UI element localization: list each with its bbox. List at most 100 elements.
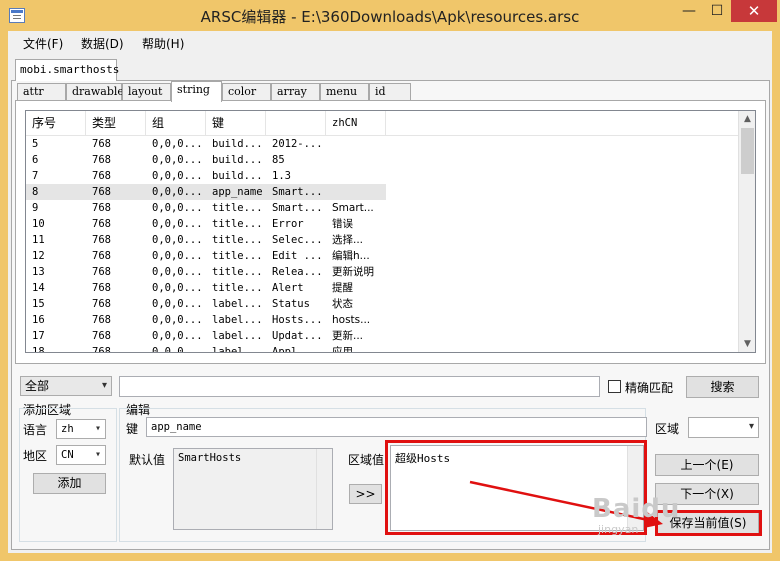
cell-index: 11 <box>32 234 45 246</box>
language-label: 语言 <box>23 423 48 437</box>
string-table[interactable]: 序号 类型 组 键 zhCN 5 768 0,0,0... build... 2012-… <box>25 110 756 353</box>
tab-attr[interactable]: attr <box>17 83 66 101</box>
table-row[interactable]: 6 768 0,0,0... build... 85 <box>26 152 386 168</box>
table-row[interactable]: 16 768 0,0,0... label... Hosts... hosts... <box>26 312 386 328</box>
table-row[interactable]: 7 768 0,0,0... build... 1.3 <box>26 168 386 184</box>
column-header-type[interactable]: 类型 <box>86 111 146 135</box>
cell-key: title... <box>212 282 263 294</box>
region-select[interactable]: CN ▾ <box>56 445 106 465</box>
search-button[interactable]: 搜索 <box>686 376 759 398</box>
tab-menu[interactable]: menu <box>320 83 369 101</box>
cell-group: 0,0,0... <box>152 138 203 150</box>
cell-zhcn: 更新... <box>332 330 364 342</box>
scroll-down-icon[interactable]: ▼ <box>739 336 755 352</box>
cell-key: label... <box>212 330 263 342</box>
watermark-sub: jingyan <box>598 523 639 536</box>
cell-value: 2012-... <box>272 138 323 150</box>
domain-select[interactable]: ▾ <box>688 417 759 438</box>
table-header: 序号 类型 组 键 zhCN <box>26 111 738 136</box>
cell-value: Appl... <box>272 346 317 353</box>
cell-key: label... <box>212 298 263 310</box>
cell-zhcn: 提醒 <box>332 282 353 294</box>
menu-data[interactable]: 数据(D) <box>81 35 124 52</box>
cell-value: Error <box>272 218 304 230</box>
cell-group: 0,0,0... <box>152 154 203 166</box>
table-row[interactable]: 10 768 0,0,0... title... Error 错误 <box>26 216 386 232</box>
column-header-index[interactable]: 序号 <box>26 111 86 135</box>
table-row[interactable]: 13 768 0,0,0... title... Relea... 更新说明 <box>26 264 386 280</box>
add-button[interactable]: 添加 <box>33 473 106 494</box>
tab-layout[interactable]: layout <box>122 83 171 101</box>
column-header-key[interactable]: 键 <box>206 111 266 135</box>
cell-type: 768 <box>92 234 111 246</box>
tab-id[interactable]: id <box>369 83 411 101</box>
table-row[interactable]: 8 768 0,0,0... app_name Smart... <box>26 184 386 200</box>
tab-color[interactable]: color <box>222 83 271 101</box>
prev-button[interactable]: 上一个(E) <box>655 454 759 476</box>
language-select[interactable]: zh ▾ <box>56 419 106 439</box>
cell-value: Hosts... <box>272 314 323 326</box>
table-row[interactable]: 9 768 0,0,0... title... Smart... Smart... <box>26 200 386 216</box>
cell-zhcn: Smart... <box>332 202 374 214</box>
scroll-up-icon[interactable]: ▲ <box>739 111 755 127</box>
search-input[interactable] <box>119 376 600 397</box>
default-value-scrollbar[interactable] <box>316 449 332 529</box>
close-button[interactable]: ✕ <box>731 0 777 22</box>
menu-file[interactable]: 文件(F) <box>23 35 63 52</box>
cell-type: 768 <box>92 170 111 182</box>
cell-key: label... <box>212 346 263 353</box>
tab-array[interactable]: array <box>271 83 320 101</box>
cell-value: Status <box>272 298 310 310</box>
window-title: ARSC编辑器 - E:\360Downloads\Apk\resources.… <box>200 8 580 26</box>
column-header-zhcn[interactable]: zhCN <box>326 111 386 135</box>
table-row[interactable]: 17 768 0,0,0... label... Updat... 更新... <box>26 328 386 344</box>
scope-select[interactable]: 全部 ▾ <box>20 376 112 396</box>
cell-type: 768 <box>92 346 111 353</box>
table-row[interactable]: 15 768 0,0,0... label... Status 状态 <box>26 296 386 312</box>
cell-index: 16 <box>32 314 45 326</box>
tab-drawable[interactable]: drawable <box>66 83 124 101</box>
scroll-thumb[interactable] <box>741 128 754 174</box>
cell-value: 85 <box>272 154 285 166</box>
domain-value-label: 区域值 <box>348 453 385 467</box>
cell-index: 7 <box>32 170 39 182</box>
cell-key: title... <box>212 234 263 246</box>
key-field[interactable]: app_name <box>146 417 647 437</box>
cell-zhcn: hosts... <box>332 314 371 326</box>
cell-group: 0,0,0... <box>152 298 203 310</box>
cell-zhcn: 编辑h... <box>332 250 370 262</box>
cell-index: 17 <box>32 330 45 342</box>
vertical-scrollbar[interactable]: ▲ ▼ <box>738 111 755 352</box>
cell-value: Edit ... <box>272 250 323 262</box>
cell-key: title... <box>212 266 263 278</box>
cell-key: title... <box>212 218 263 230</box>
table-row[interactable]: 14 768 0,0,0... title... Alert 提醒 <box>26 280 386 296</box>
table-row[interactable]: 11 768 0,0,0... title... Selec... 选择... <box>26 232 386 248</box>
minimize-button[interactable]: — <box>676 0 702 22</box>
exact-match-checkbox[interactable] <box>608 380 621 393</box>
cell-type: 768 <box>92 330 111 342</box>
cell-index: 8 <box>32 186 39 198</box>
cell-index: 9 <box>32 202 39 214</box>
cell-group: 0,0,0... <box>152 250 203 262</box>
menu-bar: 文件(F) 数据(D) 帮助(H) <box>8 31 772 55</box>
chevron-down-icon: ▾ <box>94 423 101 434</box>
copy-to-domain-button[interactable]: >> <box>349 484 382 504</box>
tab-package[interactable]: mobi.smarthosts <box>15 59 119 81</box>
cell-group: 0,0,0... <box>152 314 203 326</box>
table-row[interactable]: 18 768 0,0,0... label... Appl... 应用... <box>26 344 386 353</box>
default-value-label: 默认值 <box>129 453 166 467</box>
menu-help[interactable]: 帮助(H) <box>142 35 184 52</box>
cell-index: 12 <box>32 250 45 262</box>
tab-string[interactable]: string <box>171 81 222 102</box>
table-row[interactable]: 12 768 0,0,0... title... Edit ... 编辑h... <box>26 248 386 264</box>
chevron-down-icon: ▾ <box>748 421 754 432</box>
cell-group: 0,0,0... <box>152 170 203 182</box>
column-header-value[interactable] <box>266 111 326 135</box>
column-header-group[interactable]: 组 <box>146 111 206 135</box>
table-row[interactable]: 5 768 0,0,0... build... 2012-... <box>26 136 386 152</box>
maximize-button[interactable]: ☐ <box>704 0 730 22</box>
cell-index: 6 <box>32 154 39 166</box>
cell-index: 15 <box>32 298 45 310</box>
cell-value: Selec... <box>272 234 323 246</box>
